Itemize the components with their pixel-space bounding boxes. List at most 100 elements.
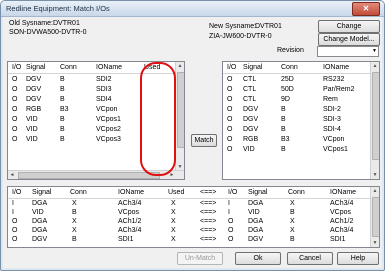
cell-new-signal: DGA	[248, 200, 264, 207]
new-col-io[interactable]: I/O	[227, 64, 236, 71]
cell-new-conn: X	[290, 218, 295, 225]
old-col-ioname[interactable]: IOName	[96, 64, 122, 71]
matched-col-new-conn[interactable]: Conn	[288, 189, 305, 196]
revision-dropdown[interactable]: ▼	[317, 46, 379, 57]
new-col-signal[interactable]: Signal	[243, 64, 262, 71]
cell-used: X	[171, 236, 176, 243]
table-row[interactable]: O CTL 50D Par/Rem2	[223, 86, 371, 95]
cell-ioname: RS232	[323, 76, 345, 83]
help-button[interactable]: Help	[337, 252, 379, 265]
cell-new-conn: X	[290, 227, 295, 234]
cell-ioname: VCpos2	[96, 126, 121, 133]
change-model-button[interactable]: Change Model...	[318, 33, 380, 46]
cell-conn: B	[60, 86, 65, 93]
cell-new-ioname: ACh3/4	[330, 200, 354, 207]
new-col-ioname[interactable]: IOName	[323, 64, 349, 71]
title-bar[interactable]: Redline Equipment: Match I/Os ✕	[1, 1, 384, 17]
matched-col-new-signal[interactable]: Signal	[248, 189, 267, 196]
cell-io: O	[227, 106, 233, 113]
table-row[interactable]: I VID B VCpos X <==> I VID B VCpos	[8, 209, 370, 218]
cell-signal: DGV	[243, 126, 259, 133]
cell-arrow: <==>	[200, 209, 217, 216]
cell-old-io: O	[12, 218, 18, 225]
table-row[interactable]: O VID B VCpos1	[223, 146, 371, 155]
scroll-thumb[interactable]	[177, 72, 184, 148]
cell-used: X	[171, 218, 176, 225]
change-sysname-button[interactable]: Change Sysname...	[318, 20, 380, 41]
table-row[interactable]: O DGV B SDI1 X <==> O DGV B SDI1	[8, 236, 370, 245]
cell-signal: DGV	[26, 76, 42, 83]
unmatch-button[interactable]: Un-Match	[177, 252, 223, 265]
old-sysname-label: Old Sysname:	[9, 20, 53, 27]
old-col-conn[interactable]: Conn	[60, 64, 77, 71]
old-col-io[interactable]: I/O	[12, 64, 21, 71]
new-sysname-label: New Sysname:	[209, 23, 257, 30]
cell-new-io: O	[228, 227, 234, 234]
matched-col-new-ioname[interactable]: IOName	[330, 189, 356, 196]
matched-col-used[interactable]: Used	[168, 189, 184, 196]
scroll-thumb[interactable]	[18, 172, 160, 179]
cell-io: O	[12, 106, 18, 113]
table-row[interactable]: I DGA X ACh3/4 X <==> I DGA X ACh3/4	[8, 200, 370, 209]
cell-signal: DGV	[243, 116, 259, 123]
new-io-vertical-scrollbar[interactable]: ▲ ▼	[370, 62, 379, 179]
table-row[interactable]: O DGV B SDI-3	[223, 116, 371, 125]
scroll-up-icon[interactable]: ▲	[176, 62, 184, 70]
table-row[interactable]: O DGV B SDI-4	[223, 126, 371, 135]
cell-signal: DGV	[26, 86, 42, 93]
cell-old-io: I	[12, 200, 14, 207]
ok-button[interactable]: Ok	[235, 252, 281, 265]
close-button[interactable]: ✕	[352, 2, 380, 16]
cell-io: O	[227, 126, 233, 133]
cell-signal: CTL	[243, 96, 257, 103]
cell-signal: DGV	[26, 96, 42, 103]
cell-old-conn: X	[72, 218, 77, 225]
scroll-down-icon[interactable]: ▼	[371, 239, 379, 247]
old-col-signal[interactable]: Signal	[26, 64, 45, 71]
scroll-down-icon[interactable]: ▼	[371, 171, 379, 179]
matched-vertical-scrollbar[interactable]: ▲ ▼	[370, 187, 379, 247]
cell-old-conn: B	[72, 236, 77, 243]
matched-io-list[interactable]: I/O Signal Conn IOName Used <==> I/O Sig…	[7, 186, 380, 248]
cell-old-ioname: VCpos	[118, 209, 140, 216]
cell-old-io: O	[12, 227, 18, 234]
matched-col-old-ioname[interactable]: IOName	[118, 189, 144, 196]
cancel-button[interactable]: Cancel	[287, 252, 333, 265]
new-col-conn[interactable]: Conn	[281, 64, 298, 71]
matched-header: I/O Signal Conn IOName Used <==> I/O Sig…	[8, 189, 370, 199]
scroll-left-icon[interactable]: ◄	[8, 171, 16, 179]
table-row[interactable]: O CTL 9D Rem	[223, 96, 371, 105]
cell-old-io: O	[12, 236, 18, 243]
table-row[interactable]: O RGB B3 VCpon	[223, 136, 371, 145]
cell-signal: VID	[26, 126, 38, 133]
matched-col-old-signal[interactable]: Signal	[32, 189, 51, 196]
table-row[interactable]: O DGA X ACh3/4 X <==> O DGA X ACh3/4	[8, 227, 370, 236]
table-row[interactable]: O DGA X ACh1/2 X <==> O DGA X ACh1/2	[8, 218, 370, 227]
scroll-up-icon[interactable]: ▲	[371, 187, 379, 195]
new-io-list[interactable]: I/O Signal Conn IOName O CTL 25D RS232 O…	[222, 61, 380, 180]
table-row[interactable]: O DGV B SDI-2	[223, 106, 371, 115]
scroll-thumb[interactable]	[372, 197, 379, 237]
table-row[interactable]: O CTL 25D RS232	[223, 76, 371, 85]
matched-col-arrow[interactable]: <==>	[200, 189, 216, 196]
match-button[interactable]: Match	[191, 134, 217, 147]
cell-conn: B	[281, 146, 286, 153]
cell-io: O	[227, 76, 233, 83]
matched-col-new-io[interactable]: I/O	[228, 189, 237, 196]
cell-io: O	[12, 126, 18, 133]
cell-io: O	[227, 116, 233, 123]
cell-old-conn: X	[72, 200, 77, 207]
cell-old-signal: VID	[32, 209, 44, 216]
cell-new-io: I	[228, 200, 230, 207]
cell-new-conn: X	[290, 200, 295, 207]
matched-col-old-conn[interactable]: Conn	[70, 189, 87, 196]
scroll-up-icon[interactable]: ▲	[371, 62, 379, 70]
matched-col-old-io[interactable]: I/O	[12, 189, 21, 196]
cell-signal: VID	[26, 116, 38, 123]
scroll-thumb[interactable]	[372, 72, 379, 160]
cell-conn: 9D	[281, 96, 290, 103]
cell-conn: B	[60, 96, 65, 103]
old-io-vertical-scrollbar[interactable]: ▲ ▼	[175, 62, 184, 171]
cell-ioname: SDI4	[96, 96, 112, 103]
cell-old-conn: X	[72, 227, 77, 234]
